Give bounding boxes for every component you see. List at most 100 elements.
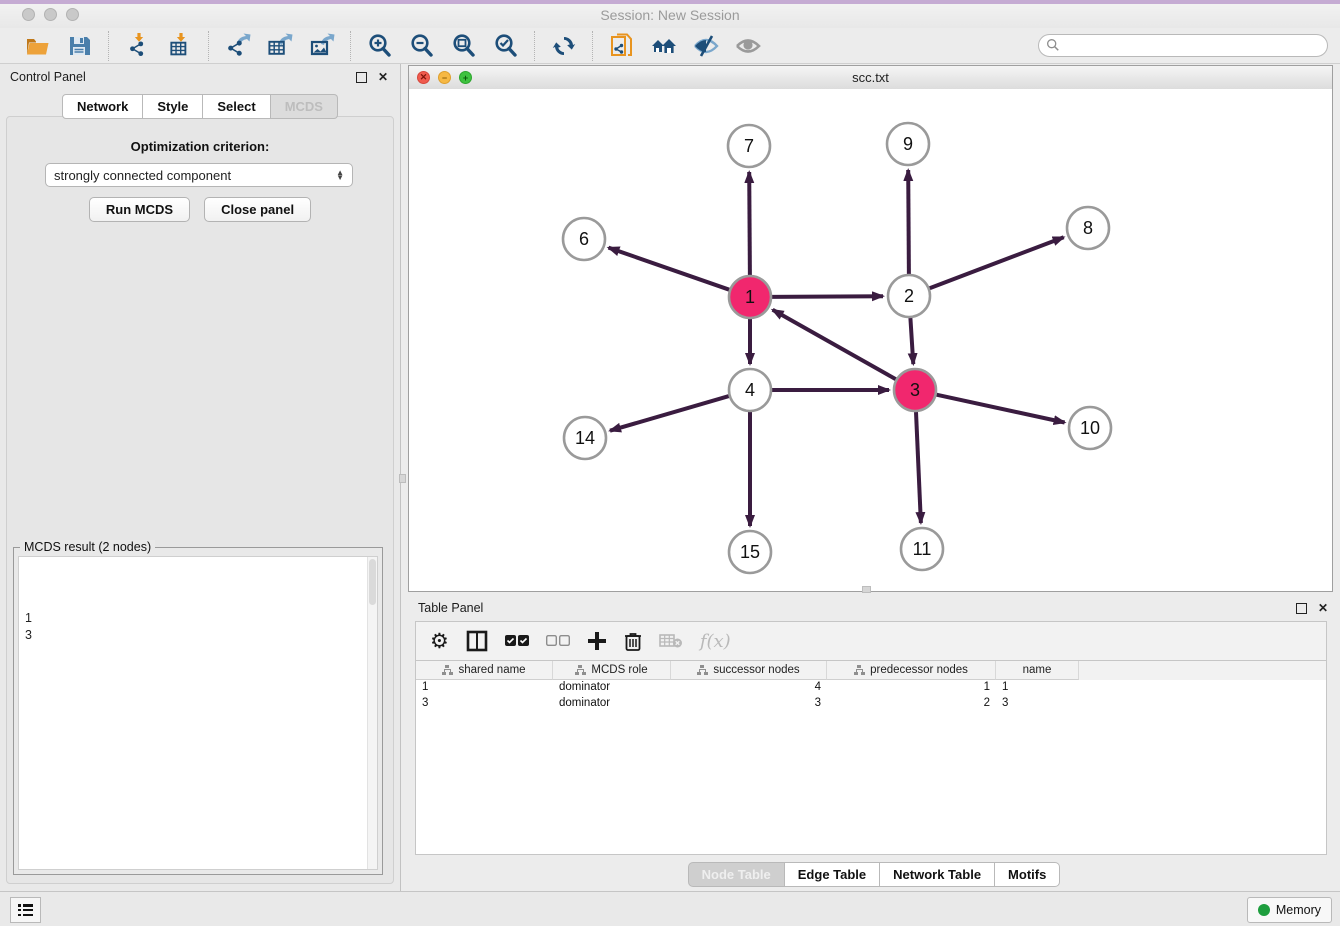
table-cell[interactable]: 3 <box>416 696 553 712</box>
edge-2-3[interactable] <box>910 318 913 364</box>
column-header-name[interactable]: name <box>996 661 1079 680</box>
table-cell[interactable]: 3 <box>671 696 827 712</box>
zoom-in-icon[interactable] <box>366 32 394 60</box>
table-cell[interactable]: 3 <box>996 696 1079 712</box>
horizontal-splitter-handle[interactable] <box>862 586 871 593</box>
open-icon[interactable] <box>24 32 52 60</box>
export-document-icon[interactable] <box>608 32 636 60</box>
float-panel-icon[interactable] <box>354 70 368 84</box>
result-scrollbar[interactable] <box>367 557 377 869</box>
search-input[interactable] <box>1038 34 1328 57</box>
svg-text:9: 9 <box>903 134 913 154</box>
node-table[interactable]: shared name MCDS role successor nodes prede… <box>415 660 1327 855</box>
run-mcds-button[interactable]: Run MCDS <box>89 197 190 222</box>
node-11[interactable]: 11 <box>901 528 943 570</box>
table-row[interactable]: 1dominator411 <box>416 680 1326 696</box>
edge-1-7[interactable] <box>749 172 750 275</box>
deselect-all-columns-icon[interactable] <box>546 634 570 648</box>
task-history-button[interactable] <box>10 897 41 923</box>
close-panel-icon[interactable]: ✕ <box>376 70 390 84</box>
tab-network-table[interactable]: Network Table <box>880 862 995 887</box>
column-header-predecessor-nodes[interactable]: predecessor nodes <box>827 661 996 680</box>
home-icon[interactable] <box>650 32 678 60</box>
column-header-MCDS-role[interactable]: MCDS role <box>553 661 671 680</box>
node-8[interactable]: 8 <box>1067 207 1109 249</box>
column-header-shared-name[interactable]: shared name <box>416 661 553 680</box>
table-cell[interactable]: 1 <box>996 680 1079 696</box>
memory-button[interactable]: Memory <box>1247 897 1332 923</box>
mcds-result-title: MCDS result (2 nodes) <box>20 540 155 554</box>
column-header-label: MCDS role <box>591 664 647 676</box>
zoom-selected-icon[interactable] <box>492 32 520 60</box>
criterion-dropdown[interactable]: strongly connected component ▲▼ <box>45 163 353 187</box>
edge-1-6[interactable] <box>609 248 730 290</box>
node-6[interactable]: 6 <box>563 218 605 260</box>
svg-text:3: 3 <box>910 380 920 400</box>
svg-text:1: 1 <box>745 287 755 307</box>
save-icon[interactable] <box>66 32 94 60</box>
float-table-panel-icon[interactable] <box>1294 601 1308 615</box>
table-cell[interactable]: 4 <box>671 680 827 696</box>
node-1[interactable]: 1 <box>729 276 771 318</box>
delete-row-icon[interactable] <box>624 631 642 652</box>
statusbar: Memory <box>0 891 1340 926</box>
node-9[interactable]: 9 <box>887 123 929 165</box>
import-table-icon[interactable] <box>166 32 194 60</box>
node-2[interactable]: 2 <box>888 275 930 317</box>
column-header-label: shared name <box>458 664 525 676</box>
network-view-window: ✕ − + scc.txt 7 9 6 8 1 2 4 3 14 10 15 1… <box>408 65 1333 592</box>
network-canvas[interactable]: 7 9 6 8 1 2 4 3 14 10 15 11 <box>409 89 1332 591</box>
hide-selected-icon[interactable] <box>692 32 720 60</box>
node-14[interactable]: 14 <box>564 417 606 459</box>
vertical-splitter-handle[interactable] <box>399 474 406 483</box>
settings-icon[interactable]: ⚙ <box>430 631 449 652</box>
svg-text:2: 2 <box>904 286 914 306</box>
tab-edge-table[interactable]: Edge Table <box>785 862 880 887</box>
edge-1-2[interactable] <box>772 296 883 297</box>
add-row-icon[interactable] <box>587 631 607 651</box>
export-table-icon[interactable] <box>266 32 294 60</box>
import-network-icon[interactable] <box>124 32 152 60</box>
svg-text:4: 4 <box>745 380 755 400</box>
mcds-result-line: 3 <box>25 627 371 644</box>
table-cell[interactable]: 1 <box>827 680 996 696</box>
edge-3-11[interactable] <box>916 412 921 523</box>
mcds-result-textarea[interactable]: 13 <box>18 556 378 870</box>
edge-3-1[interactable] <box>773 310 896 379</box>
svg-text:8: 8 <box>1083 218 1093 238</box>
zoom-out-icon[interactable] <box>408 32 436 60</box>
tab-node-table[interactable]: Node Table <box>688 862 785 887</box>
tab-select[interactable]: Select <box>203 94 270 119</box>
table-cell[interactable]: 1 <box>416 680 553 696</box>
close-table-panel-icon[interactable]: ✕ <box>1316 601 1330 615</box>
show-all-icon[interactable] <box>734 32 762 60</box>
svg-text:7: 7 <box>744 136 754 156</box>
zoom-fit-icon[interactable] <box>450 32 478 60</box>
tab-motifs[interactable]: Motifs <box>995 862 1060 887</box>
edge-4-14[interactable] <box>610 396 729 431</box>
tab-network[interactable]: Network <box>62 94 143 119</box>
table-cell[interactable]: 2 <box>827 696 996 712</box>
export-network-icon[interactable] <box>224 32 252 60</box>
close-panel-button[interactable]: Close panel <box>204 197 311 222</box>
edge-3-10[interactable] <box>937 395 1065 423</box>
select-all-columns-icon[interactable] <box>505 634 529 648</box>
tab-style[interactable]: Style <box>143 94 203 119</box>
node-15[interactable]: 15 <box>729 531 771 573</box>
column-header-successor-nodes[interactable]: successor nodes <box>671 661 827 680</box>
edge-2-8[interactable] <box>930 237 1064 288</box>
export-image-icon[interactable] <box>308 32 336 60</box>
tab-mcds[interactable]: MCDS <box>271 94 338 119</box>
node-7[interactable]: 7 <box>728 125 770 167</box>
node-10[interactable]: 10 <box>1069 407 1111 449</box>
edge-2-9[interactable] <box>908 170 909 274</box>
column-header-label: predecessor nodes <box>870 664 968 676</box>
refresh-layout-icon[interactable] <box>550 32 578 60</box>
split-columns-icon[interactable] <box>466 630 488 652</box>
table-row[interactable]: 3dominator323 <box>416 696 1326 712</box>
table-cell[interactable]: dominator <box>553 696 671 712</box>
node-4[interactable]: 4 <box>729 369 771 411</box>
node-3[interactable]: 3 <box>894 369 936 411</box>
table-cell[interactable]: dominator <box>553 680 671 696</box>
table-panel: Table Panel ✕ ⚙ f(x) shared nameMCDS rol… <box>408 595 1340 889</box>
